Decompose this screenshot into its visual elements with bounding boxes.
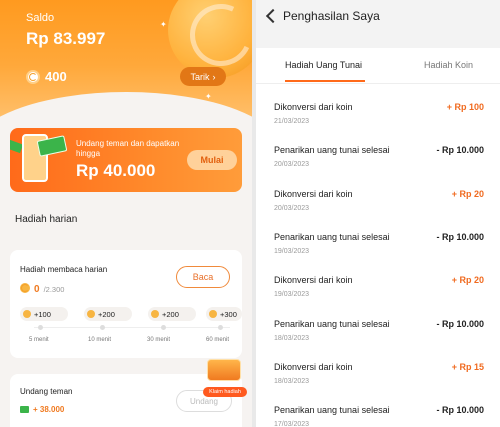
milestone-time: 60 menit — [206, 337, 230, 343]
transaction-amount: - Rp 10.000 — [436, 405, 484, 416]
coin-icon — [26, 69, 40, 84]
milestone-time: 10 menit — [88, 337, 112, 343]
coin-icon — [209, 310, 217, 318]
reward-pill: +300 — [206, 307, 242, 321]
header-curve — [0, 92, 252, 118]
progress-track — [34, 327, 230, 328]
reading-card-title: Hadiah membaca harian — [20, 265, 108, 274]
transaction-row: Penarikan uang tunai selesai 19/03/2023 - … — [256, 232, 500, 275]
invite-banner-text: Undang teman dan dapatkan hingga — [76, 139, 180, 158]
transaction-title: Dikonversi dari koin — [274, 275, 353, 286]
transaction-row: Penarikan uang tunai selesai 18/03/2023 - … — [256, 319, 500, 362]
transaction-amount: - Rp 10.000 — [436, 231, 484, 242]
transaction-date: 17/03/2023 — [274, 421, 310, 427]
transaction-date: 19/03/2023 — [274, 291, 310, 299]
earnings-screen: Penghasilan Saya Hadiah Uang Tunai Hadia… — [256, 0, 500, 427]
transaction-title: Dikonversi dari koin — [274, 102, 353, 112]
transaction-amount: + Rp 15 — [451, 361, 484, 372]
transaction-title: Penarikan uang tunai selesai — [274, 231, 390, 242]
transaction-title: Penarikan uang tunai selesai — [274, 145, 390, 156]
active-tab-indicator — [285, 80, 365, 82]
top-bar: Penghasilan Saya — [256, 0, 500, 48]
page-title: Penghasilan Saya — [283, 9, 380, 23]
reward-amount: +200 — [162, 309, 179, 319]
reward-milestones: +100 +200 +200 +300 — [20, 307, 242, 323]
progress-max: /2.300 — [43, 285, 65, 294]
coin-icon — [23, 310, 31, 318]
transaction-row: Dikonversi dari koin 19/03/2023 + Rp 20 — [256, 275, 500, 318]
coin-icon — [20, 283, 30, 293]
start-button[interactable]: Mulai — [187, 150, 237, 170]
read-button[interactable]: Baca — [176, 266, 230, 288]
transaction-title: Penarikan uang tunai selesai — [274, 318, 390, 329]
milestone-time: 30 menit — [147, 337, 171, 343]
milestone-time: 5 menit — [29, 337, 49, 343]
transaction-row: Dikonversi dari koin 20/03/2023 + Rp 20 — [256, 189, 500, 232]
reward-amount: +100 — [34, 309, 51, 319]
transaction-amount: + Rp 100 — [446, 102, 484, 112]
balance-label: Saldo — [26, 12, 55, 24]
coin-balance: 400 — [26, 69, 67, 84]
coin-icon — [151, 310, 159, 318]
milestone-dot — [218, 325, 223, 330]
invite-banner-amount: Rp 40.000 — [76, 161, 156, 180]
transaction-date: 19/03/2023 — [274, 247, 310, 255]
reward-pill: +200 — [148, 307, 196, 321]
invite-banner[interactable]: Undang teman dan dapatkan hingga Rp 40.0… — [10, 128, 242, 192]
back-arrow-icon[interactable] — [263, 8, 279, 24]
withdraw-button[interactable]: Tarik › — [180, 67, 226, 86]
cash-icon — [20, 406, 29, 413]
reward-amount: +300 — [220, 309, 237, 319]
tab-coin-rewards[interactable]: Hadiah Koin — [424, 60, 473, 70]
invite-value: + 38.000 — [33, 405, 65, 414]
treasure-chest-icon — [207, 359, 241, 381]
sparkle-icon: ✦ — [205, 92, 212, 101]
transaction-date: 20/03/2023 — [274, 161, 310, 169]
transaction-amount: + Rp 20 — [451, 275, 484, 286]
transaction-amount: + Rp 20 — [451, 188, 484, 199]
reward-pill: +100 — [20, 307, 68, 321]
transaction-title: Dikonversi dari koin — [274, 188, 353, 199]
tab-cash-rewards[interactable]: Hadiah Uang Tunai — [285, 60, 362, 70]
invite-card-value: + 38.000 — [20, 405, 64, 414]
transaction-amount: - Rp 10.000 — [436, 145, 484, 156]
transaction-row: Dikonversi dari koin 21/03/2023 + Rp 100 — [256, 102, 500, 145]
balance-value: Rp 83.997 — [26, 29, 106, 48]
balance-header: ✦ ✦ Saldo Rp 83.997 400 Tarik › — [0, 0, 252, 118]
tab-bar: Hadiah Uang Tunai Hadiah Koin — [256, 48, 500, 84]
transaction-title: Penarikan uang tunai selesai — [274, 405, 390, 416]
daily-reading-card: Hadiah membaca harian 0 /2.300 Baca +100… — [10, 250, 242, 358]
invite-card-title: Undang teman — [20, 387, 73, 396]
milestone-dot — [161, 325, 166, 330]
transaction-date: 18/03/2023 — [274, 334, 310, 342]
reward-amount: +200 — [98, 309, 115, 319]
transaction-date: 18/03/2023 — [274, 377, 310, 385]
reading-progress: 0 /2.300 — [20, 283, 64, 295]
transaction-date: 20/03/2023 — [274, 204, 310, 212]
coin-icon — [87, 310, 95, 318]
daily-rewards-title: Hadiah harian — [15, 214, 78, 225]
transaction-row: Dikonversi dari koin 18/03/2023 + Rp 15 — [256, 362, 500, 405]
claim-reward-label: Klaim hadiah — [203, 387, 247, 397]
transaction-amount: - Rp 10.000 — [436, 318, 484, 329]
claim-reward-chest[interactable]: Klaim hadiah — [203, 357, 247, 397]
transaction-title: Dikonversi dari koin — [274, 361, 353, 372]
transaction-date: 21/03/2023 — [274, 118, 310, 125]
milestone-dot — [100, 325, 105, 330]
withdraw-label: Tarik — [190, 71, 210, 82]
milestone-dot — [38, 325, 43, 330]
coin-count: 400 — [45, 69, 67, 84]
chevron-right-icon: › — [212, 71, 216, 82]
reward-pill: +200 — [84, 307, 132, 321]
wallet-screen: ✦ ✦ Saldo Rp 83.997 400 Tarik › Undang t… — [0, 0, 252, 427]
sparkle-icon: ✦ — [160, 20, 167, 29]
progress-current: 0 — [34, 284, 40, 295]
transaction-row: Penarikan uang tunai selesai 20/03/2023 - … — [256, 145, 500, 188]
transaction-row: Penarikan uang tunai selesai 17/03/2023 - … — [256, 405, 500, 427]
